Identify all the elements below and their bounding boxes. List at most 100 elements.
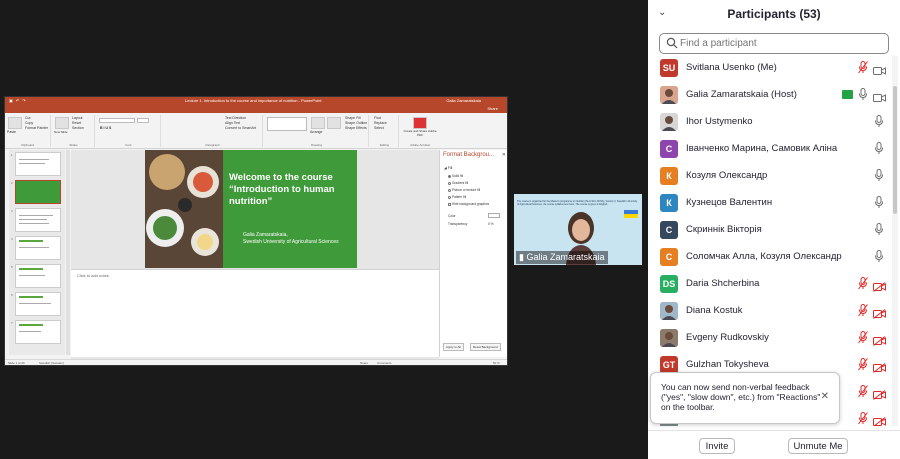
participant-name: Іванченко Марина, Самовик Аліна (686, 143, 838, 154)
font-format-icons[interactable]: B I U S (100, 126, 111, 131)
language-indicator: Swedish (Sweden) (39, 361, 65, 365)
mic-muted-icon[interactable] (858, 304, 868, 317)
scrollbar-thumb[interactable] (893, 86, 897, 214)
notes-toggle[interactable]: Notes (360, 361, 368, 365)
mic-icon[interactable] (874, 142, 884, 155)
shared-powerpoint-window[interactable]: ▣ ↶ ↷ Lecture 1. Introduction to the cou… (4, 96, 508, 366)
mic-muted-icon[interactable] (858, 358, 868, 371)
mic-icon[interactable] (874, 196, 884, 209)
hide-background-option[interactable]: Hide background graphics (448, 202, 489, 206)
avatar-photo (660, 86, 678, 104)
solid-fill-option[interactable]: Solid fill (448, 174, 463, 178)
current-slide[interactable]: Welcome to the course “Introduction to h… (145, 150, 357, 268)
participant-list[interactable]: SU Svitlana Usenko (Me) Galia Zamaratskaia… (648, 56, 892, 426)
mic-muted-icon[interactable] (858, 277, 868, 290)
participant-search-input[interactable] (680, 36, 884, 51)
slide-thumb-5[interactable]: 5 (11, 264, 61, 288)
comments-toggle[interactable]: Comments (377, 361, 392, 365)
participant-search-box[interactable] (659, 33, 889, 54)
reset-background-button[interactable]: Reset Background (470, 343, 501, 351)
participant-name: Ihor Ustymenko (686, 116, 753, 127)
color-picker[interactable] (488, 213, 500, 218)
participant-name: Evgeny Rudkovskiy (686, 332, 769, 343)
font-size-field[interactable] (137, 118, 149, 123)
select-button[interactable]: Select (374, 126, 384, 131)
participant-row[interactable]: К Кузнецов Валентин (648, 191, 892, 218)
camera-off-icon[interactable] (873, 360, 886, 373)
camera-off-icon[interactable] (873, 279, 886, 292)
slide-thumb-3[interactable]: 3 (11, 208, 61, 232)
participant-list-scrollbar[interactable] (892, 56, 898, 426)
pattern-fill-option[interactable]: Pattern fill (448, 195, 466, 199)
adobe-pdf-icon[interactable] (413, 117, 427, 129)
participant-row[interactable]: К Козуля Олександр (648, 164, 892, 191)
camera-off-icon[interactable] (873, 414, 886, 426)
mic-icon[interactable] (874, 223, 884, 236)
participant-row[interactable]: SU Svitlana Usenko (Me) (648, 56, 892, 83)
slide-thumb-1[interactable]: 1 (11, 152, 61, 176)
slide-thumb-7[interactable]: 7 (11, 320, 61, 344)
format-painter-button[interactable]: Format Painter (25, 126, 48, 131)
format-pane-close-icon[interactable]: ✕ (502, 152, 506, 158)
zoom-level[interactable]: 50 % (493, 361, 500, 365)
slide-thumbnails-pane[interactable]: 1 2 3 4 5 6 7 (9, 150, 65, 355)
slide-thumb-2[interactable]: 2 (11, 180, 61, 204)
avatar: К (660, 167, 678, 185)
participant-row[interactable]: Evgeny Rudkovskiy (648, 326, 892, 353)
invite-button[interactable]: Invite (699, 438, 735, 454)
notes-pane[interactable]: Click to add notes (71, 269, 439, 357)
mic-muted-icon[interactable] (858, 385, 868, 398)
avatar: С (660, 248, 678, 266)
participant-row[interactable]: С Соломчак Алла, Козуля Олександр (648, 245, 892, 272)
participant-row[interactable]: Galia Zamaratskaia (Host) (648, 83, 892, 110)
picture-fill-option[interactable]: Picture or texture fill (448, 188, 480, 192)
toast-close-icon[interactable]: ✕ (821, 391, 829, 402)
camera-off-icon[interactable] (873, 387, 886, 400)
quick-styles-icon[interactable] (327, 117, 341, 129)
mic-icon[interactable] (858, 88, 868, 101)
convert-smartart-button[interactable]: Convert to SmartArt (225, 126, 256, 131)
participant-row[interactable]: С Іванченко Марина, Самовик Аліна (648, 137, 892, 164)
avatar (660, 329, 678, 347)
slide-subtitle: Galia Zamaratskaia, Swedish University o… (243, 232, 355, 246)
participant-row[interactable]: Ihor Ustymenko (648, 110, 892, 137)
participant-name: Кузнецов Валентин (686, 197, 773, 208)
transparency-value[interactable]: 0 % (488, 222, 494, 226)
gradient-fill-option[interactable]: Gradient fill (448, 181, 468, 185)
paste-icon[interactable] (8, 117, 22, 129)
section-button[interactable]: Section (72, 126, 84, 131)
arrange-icon[interactable] (311, 117, 325, 129)
apply-to-all-button[interactable]: Apply to All (443, 343, 464, 351)
arrange-label: Arrange (310, 130, 323, 134)
participant-row[interactable]: С Скриннік Вікторія (648, 218, 892, 245)
mic-icon[interactable] (874, 250, 884, 263)
camera-off-icon[interactable] (873, 333, 886, 346)
thumbnails-scrollbar[interactable] (66, 150, 70, 355)
slides-group: New Slide Layout Reset Section Slides (53, 115, 95, 147)
camera-icon[interactable] (873, 90, 886, 102)
slide-thumb-4[interactable]: 4 (11, 236, 61, 260)
font-name-field[interactable] (99, 118, 135, 123)
paragraph-group: Text Direction Align Text Convert to Sma… (163, 115, 263, 147)
participants-title: Participants (53) (727, 7, 821, 21)
mic-muted-icon[interactable] (858, 331, 868, 344)
participant-row[interactable]: DS Daria Shcherbina (648, 272, 892, 299)
share-button[interactable]: Share (484, 105, 501, 113)
mic-muted-icon[interactable] (858, 61, 868, 74)
mic-muted-icon[interactable] (858, 412, 868, 425)
new-slide-icon[interactable] (55, 117, 69, 129)
group-label-slides: Slides (69, 143, 78, 147)
shape-effects-button[interactable]: Shape Effects (345, 126, 367, 131)
speaker-video-tile[interactable]: The course is organized for the Master's… (514, 194, 642, 265)
camera-off-icon[interactable] (873, 306, 886, 319)
participant-row[interactable]: Diana Kostuk (648, 299, 892, 326)
mic-icon[interactable] (874, 115, 884, 128)
format-background-pane[interactable]: Format Backgrou... ✕ ◢ Fill Solid fill G… (439, 150, 507, 357)
slide-title: Welcome to the course “Introduction to h… (229, 172, 335, 207)
unmute-me-button[interactable]: Unmute Me (788, 438, 848, 454)
shapes-gallery[interactable] (267, 117, 307, 131)
mic-icon[interactable] (874, 169, 884, 182)
group-label-drawing: Drawing (310, 143, 322, 147)
camera-icon[interactable] (873, 63, 886, 75)
slide-thumb-6[interactable]: 6 (11, 292, 61, 316)
